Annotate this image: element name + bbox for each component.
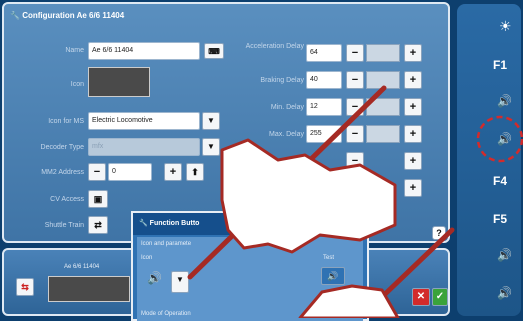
pointing-hand-illustration bbox=[187, 85, 523, 318]
highlight-circle-icon bbox=[476, 115, 523, 163]
hand-icon bbox=[220, 138, 397, 254]
hand-icon bbox=[298, 284, 400, 318]
